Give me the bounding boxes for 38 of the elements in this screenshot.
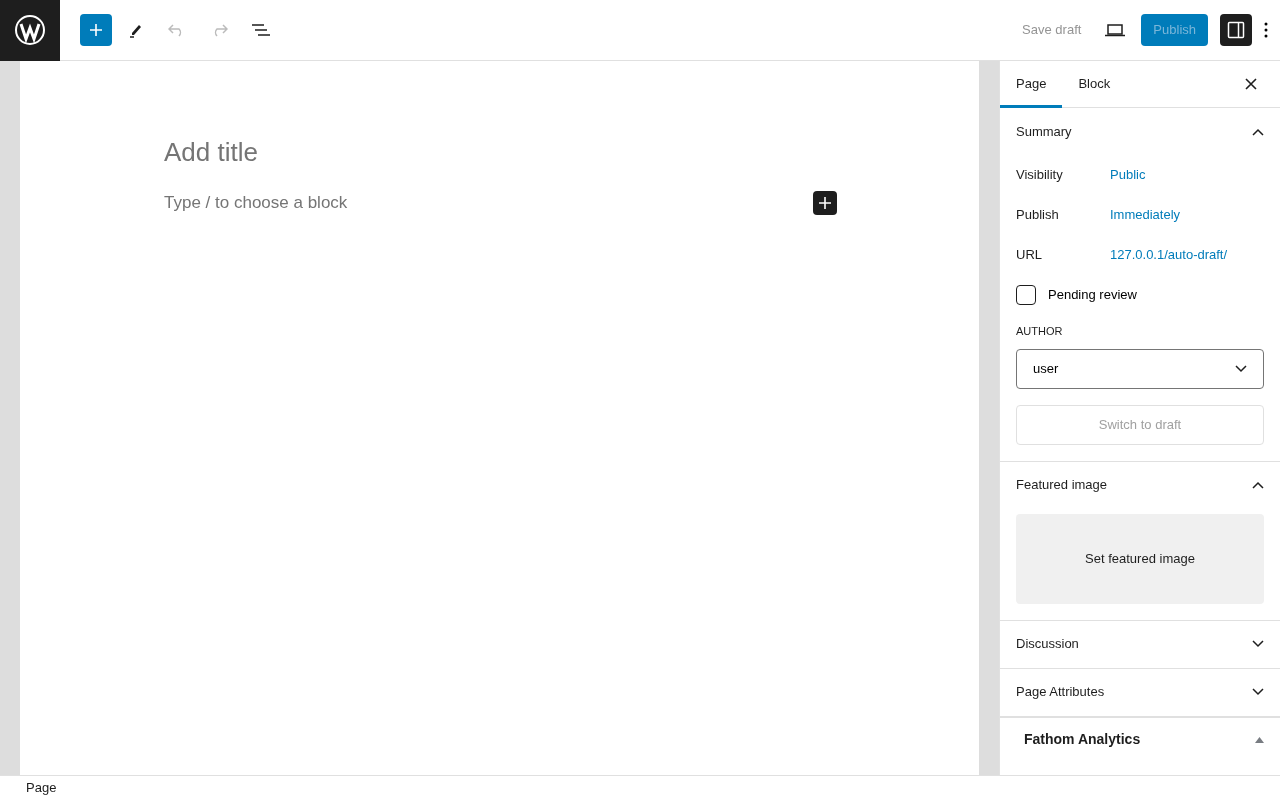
- close-icon[interactable]: [1245, 78, 1257, 90]
- field-value-link[interactable]: 127.0.0.1/auto-draft/: [1110, 245, 1228, 265]
- panel-header[interactable]: Page Attributes: [1000, 668, 1280, 716]
- block-placeholder[interactable]: Type / to choose a block: [164, 190, 348, 216]
- wordpress-logo[interactable]: [0, 0, 60, 61]
- field-value-link[interactable]: Public: [1110, 165, 1146, 185]
- list-view-icon[interactable]: [252, 24, 270, 36]
- chevron-down-icon: [1252, 640, 1264, 648]
- set-featured-image-button[interactable]: Set featured image: [1016, 513, 1264, 604]
- triangle-up-icon[interactable]: [1255, 736, 1264, 743]
- sidebar-tab[interactable]: Page: [1000, 61, 1063, 108]
- sidebar-icon: [1227, 21, 1245, 39]
- field-label: Publish: [1016, 206, 1060, 225]
- chevron-up-icon: [1252, 127, 1264, 136]
- panel-header[interactable]: Featured image: [1000, 461, 1280, 509]
- pencil-icon[interactable]: [128, 22, 144, 38]
- author-select[interactable]: user: [1016, 348, 1264, 389]
- author-label: AUTHOR: [1016, 324, 1064, 339]
- chevron-down-icon: [1252, 688, 1264, 696]
- more-options-icon[interactable]: [1264, 22, 1268, 38]
- plus-icon: [89, 23, 103, 37]
- add-block-button[interactable]: [813, 190, 837, 215]
- title-field[interactable]: Add title: [164, 133, 837, 173]
- chevron-down-icon: [1235, 364, 1247, 373]
- breadcrumb[interactable]: Page: [26, 778, 57, 798]
- laptop-icon[interactable]: [1105, 23, 1126, 37]
- plus-icon: [819, 196, 831, 209]
- field-label: Visibility: [1016, 166, 1064, 185]
- metabox-title: Fathom Analytics: [1024, 730, 1141, 749]
- checkbox[interactable]: [1016, 285, 1036, 305]
- chevron-up-icon: [1252, 481, 1264, 489]
- field-label: URL: [1016, 246, 1043, 265]
- checkbox-label: Pending review: [1048, 286, 1137, 305]
- sidebar-tab[interactable]: Block: [1062, 61, 1127, 108]
- panel-header[interactable]: Summary: [1000, 108, 1280, 155]
- panel-header[interactable]: Discussion: [1000, 620, 1280, 668]
- settings-toggle[interactable]: [1220, 14, 1252, 46]
- field-value-link[interactable]: Immediately: [1110, 205, 1181, 225]
